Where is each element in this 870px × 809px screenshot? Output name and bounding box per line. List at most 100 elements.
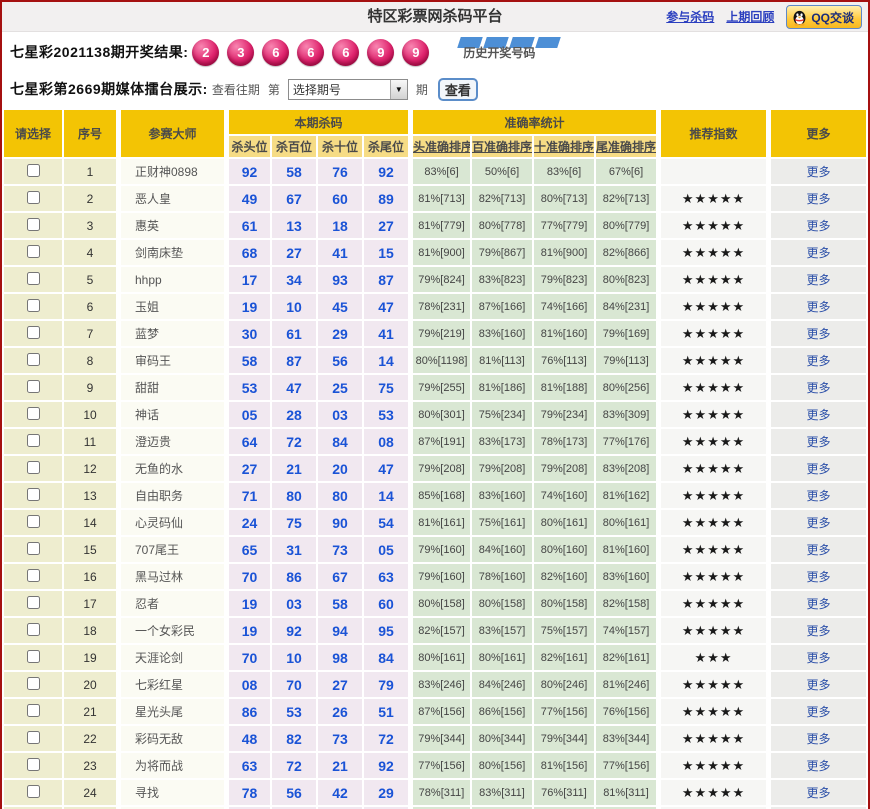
accuracy-value: 77%[156] bbox=[410, 753, 471, 778]
accuracy-value: 87%[166] bbox=[472, 294, 533, 319]
master-name: hhpp bbox=[118, 267, 224, 292]
more-link[interactable]: 更多 bbox=[807, 273, 831, 287]
accuracy-value: 82%[713] bbox=[596, 186, 657, 211]
row-select-checkbox[interactable] bbox=[26, 784, 40, 798]
accuracy-value: 83%[173] bbox=[472, 429, 533, 454]
join-killcode-link[interactable]: 参与杀码 bbox=[666, 4, 714, 30]
accuracy-value: 74%[160] bbox=[534, 483, 595, 508]
kill-number: 42 bbox=[318, 780, 362, 805]
row-select-checkbox[interactable] bbox=[26, 352, 40, 366]
row-select-checkbox[interactable] bbox=[26, 622, 40, 636]
row-select-checkbox[interactable] bbox=[26, 676, 40, 690]
more-link[interactable]: 更多 bbox=[807, 597, 831, 611]
last-period-review-link[interactable]: 上期回顾 bbox=[726, 4, 774, 30]
qq-chat-label: QQ交谈 bbox=[811, 10, 854, 25]
kill-number: 71 bbox=[226, 483, 270, 508]
table-row: 4 剑南床垫 68 27 41 15 81%[900] 79%[867] 81%[900] 82%… bbox=[4, 240, 866, 265]
row-number: 23 bbox=[64, 753, 116, 778]
history-numbers-link[interactable]: 历史开奖号码 bbox=[457, 36, 562, 63]
table-row: 10 神话 05 28 03 53 80%[301] 75%[234] 79%[234] 83%[… bbox=[4, 402, 866, 427]
more-link[interactable]: 更多 bbox=[807, 624, 831, 638]
kill-number: 21 bbox=[318, 753, 362, 778]
row-select-checkbox[interactable] bbox=[26, 244, 40, 258]
row-select-checkbox[interactable] bbox=[26, 163, 40, 177]
row-select-checkbox[interactable] bbox=[26, 568, 40, 582]
period-select[interactable]: 选择期号 ▼ bbox=[287, 78, 408, 100]
more-link[interactable]: 更多 bbox=[807, 543, 831, 557]
row-number: 19 bbox=[64, 645, 116, 670]
sort-ten-accuracy-link[interactable]: 十准确排序 bbox=[534, 140, 594, 154]
row-select-checkbox[interactable] bbox=[26, 514, 40, 528]
more-link[interactable]: 更多 bbox=[807, 165, 831, 179]
row-select-cell bbox=[4, 159, 62, 184]
more-link[interactable]: 更多 bbox=[807, 327, 831, 341]
sort-head-accuracy-link[interactable]: 头准确排序 bbox=[413, 140, 470, 154]
more-link[interactable]: 更多 bbox=[807, 219, 831, 233]
more-link[interactable]: 更多 bbox=[807, 570, 831, 584]
accuracy-value: 83%[6] bbox=[534, 159, 595, 184]
star-rating: ★★★★★ bbox=[658, 510, 767, 535]
more-link[interactable]: 更多 bbox=[807, 192, 831, 206]
row-select-cell bbox=[4, 375, 62, 400]
kill-number: 41 bbox=[318, 240, 362, 265]
master-name: 黑马过林 bbox=[118, 564, 224, 589]
row-select-checkbox[interactable] bbox=[26, 649, 40, 663]
row-select-checkbox[interactable] bbox=[26, 217, 40, 231]
more-link[interactable]: 更多 bbox=[807, 732, 831, 746]
row-select-checkbox[interactable] bbox=[26, 298, 40, 312]
row-select-checkbox[interactable] bbox=[26, 703, 40, 717]
accuracy-value: 80%[158] bbox=[410, 591, 471, 616]
row-select-checkbox[interactable] bbox=[26, 757, 40, 771]
qq-chat-button[interactable]: QQ交谈 bbox=[786, 5, 862, 29]
accuracy-value: 81%[160] bbox=[596, 537, 657, 562]
star-rating: ★★★★★ bbox=[658, 213, 767, 238]
select-bar: 七星彩第2669期媒体擂台展示: 查看往期 第 选择期号 ▼ 期 查看 bbox=[2, 72, 868, 106]
more-link[interactable]: 更多 bbox=[807, 759, 831, 773]
more-link[interactable]: 更多 bbox=[807, 489, 831, 503]
kill-number: 61 bbox=[272, 321, 316, 346]
table-row: 9 甜甜 53 47 25 75 79%[255] 81%[186] 81%[188] 80%[2… bbox=[4, 375, 866, 400]
chevron-down-icon: ▼ bbox=[389, 79, 407, 99]
view-button[interactable]: 查看 bbox=[437, 77, 478, 101]
kill-number: 14 bbox=[364, 483, 409, 508]
more-link[interactable]: 更多 bbox=[807, 705, 831, 719]
more-link[interactable]: 更多 bbox=[807, 678, 831, 692]
more-link[interactable]: 更多 bbox=[807, 516, 831, 530]
row-select-checkbox[interactable] bbox=[26, 595, 40, 609]
row-select-checkbox[interactable] bbox=[26, 271, 40, 285]
more-link[interactable]: 更多 bbox=[807, 462, 831, 476]
result-label: 七星彩2021138期开奖结果: bbox=[10, 44, 189, 60]
sort-hundred-accuracy-link[interactable]: 百准确排序 bbox=[472, 140, 532, 154]
row-number: 16 bbox=[64, 564, 116, 589]
row-select-checkbox[interactable] bbox=[26, 487, 40, 501]
more-cell: 更多 bbox=[768, 618, 866, 643]
row-select-checkbox[interactable] bbox=[26, 190, 40, 204]
more-link[interactable]: 更多 bbox=[807, 300, 831, 314]
row-select-checkbox[interactable] bbox=[26, 325, 40, 339]
more-cell: 更多 bbox=[768, 753, 866, 778]
accuracy-value: 82%[161] bbox=[534, 645, 595, 670]
sort-tail-accuracy-link[interactable]: 尾准确排序 bbox=[596, 140, 656, 154]
more-link[interactable]: 更多 bbox=[807, 354, 831, 368]
more-link[interactable]: 更多 bbox=[807, 786, 831, 800]
row-select-checkbox[interactable] bbox=[26, 541, 40, 555]
accuracy-value: 81%[779] bbox=[410, 213, 471, 238]
accuracy-value: 80%[161] bbox=[410, 645, 471, 670]
kill-number: 27 bbox=[226, 456, 270, 481]
more-link[interactable]: 更多 bbox=[807, 246, 831, 260]
master-name: 彩码无敌 bbox=[118, 726, 224, 751]
row-select-checkbox[interactable] bbox=[26, 406, 40, 420]
kill-number: 19 bbox=[226, 618, 270, 643]
more-link[interactable]: 更多 bbox=[807, 651, 831, 665]
row-select-checkbox[interactable] bbox=[26, 433, 40, 447]
more-link[interactable]: 更多 bbox=[807, 381, 831, 395]
accuracy-value: 80%[301] bbox=[410, 402, 471, 427]
arena-label: 七星彩第2669期媒体擂台展示: bbox=[10, 81, 208, 97]
row-select-checkbox[interactable] bbox=[26, 460, 40, 474]
row-select-checkbox[interactable] bbox=[26, 379, 40, 393]
row-select-checkbox[interactable] bbox=[26, 730, 40, 744]
row-number: 17 bbox=[64, 591, 116, 616]
more-link[interactable]: 更多 bbox=[807, 408, 831, 422]
more-cell: 更多 bbox=[768, 159, 866, 184]
more-link[interactable]: 更多 bbox=[807, 435, 831, 449]
